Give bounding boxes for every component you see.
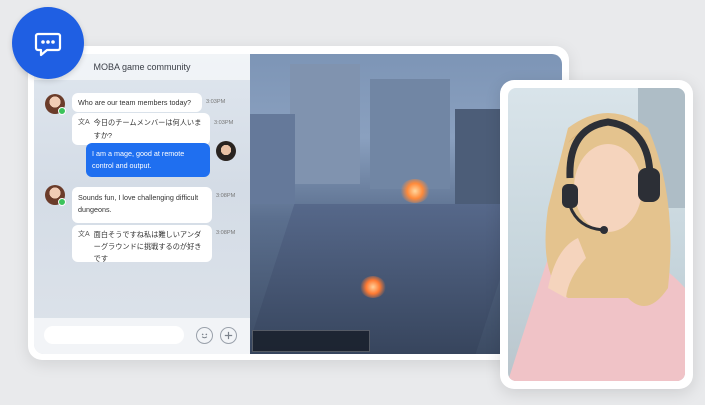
avatar[interactable] [45, 185, 66, 206]
translation-bubble: 文A 面白そうですね私は難しいアンダーグラウンドに挑戦するのが好きです [72, 225, 212, 263]
avatar[interactable] [216, 141, 236, 161]
online-status-dot [58, 198, 66, 206]
emoji-button[interactable] [196, 327, 213, 344]
message-text: Who are our team members today? [78, 98, 192, 107]
translate-icon: 文A [78, 231, 90, 238]
online-status-dot [58, 107, 66, 115]
message-text: 今日のチームメンバーは何人いますか? [93, 118, 202, 140]
translate-icon: 文A [78, 119, 90, 126]
message-input[interactable] [44, 326, 184, 344]
message-text: I am a mage, good at remote control and … [92, 149, 185, 170]
message-time: 3:03PM [206, 99, 226, 105]
message-text: Sounds fun, I love challenging difficult… [78, 193, 199, 214]
avatar[interactable] [45, 94, 66, 115]
gamer-photo [508, 88, 685, 381]
gamer-with-headset-illustration [508, 88, 685, 381]
outgoing-message-bubble: I am a mage, good at remote control and … [86, 143, 210, 177]
main-window: MOBA game community Who are our team mem… [28, 46, 569, 360]
game-building [250, 114, 295, 204]
chat-panel: MOBA game community Who are our team mem… [34, 54, 250, 354]
message-time: 3:03PM [214, 120, 234, 126]
message-text: 面白そうですね私は難しいアンダーグラウンドに挑戦するのが好きです [93, 230, 202, 263]
message-time: 3:08PM [216, 230, 236, 236]
game-action-bar [252, 330, 370, 352]
translation-bubble: 文A 今日のチームメンバーは何人いますか? [72, 113, 210, 145]
gamer-photo-card [500, 80, 693, 389]
add-button[interactable] [220, 327, 237, 344]
game-building [290, 64, 360, 184]
chat-bubble-icon [34, 32, 62, 57]
emoji-icon [201, 333, 208, 339]
message-time: 3:08PM [216, 193, 236, 199]
chat-badge [12, 7, 84, 79]
game-building [370, 79, 450, 189]
message-bubble: Sounds fun, I love challenging difficult… [72, 187, 212, 223]
message-bubble: Who are our team members today? [72, 93, 202, 112]
game-explosion [400, 179, 430, 203]
message-input-bar [34, 318, 250, 354]
add-icon [224, 331, 233, 340]
game-explosion [360, 276, 386, 298]
